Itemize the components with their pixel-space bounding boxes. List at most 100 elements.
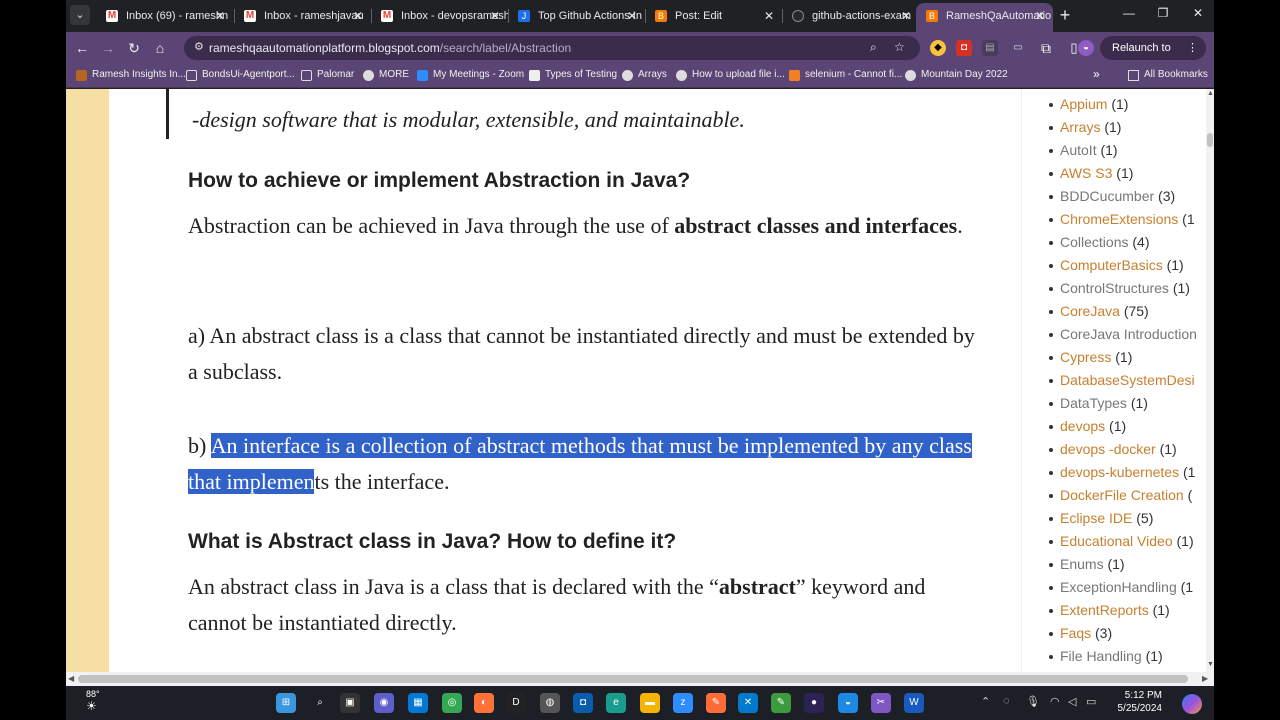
restore-icon[interactable]: ❐ [1148,6,1178,20]
label-list-item[interactable]: Arrays (1) [1048,119,1121,135]
extensions-puzzle-icon[interactable]: ⧉ [1038,40,1054,56]
label-list-item[interactable]: devops -docker (1) [1049,441,1177,457]
extension-icon[interactable]: ◆ [930,40,946,56]
clock[interactable]: 5:12 PM 5/25/2024 [1112,689,1163,715]
scroll-left-icon[interactable]: ◀ [68,674,74,683]
label-list-item[interactable]: Cypress (1) [1048,349,1132,365]
bookmarks-overflow-icon[interactable]: » [1093,67,1100,81]
start-icon[interactable]: ⊞ [276,693,296,713]
scroll-down-icon[interactable]: ▼ [1207,661,1214,668]
extension-icon[interactable]: ▭ [1010,40,1026,56]
label-link[interactable]: AWS S3 [1060,165,1112,181]
notepad-icon[interactable]: ✎ [771,693,791,713]
relaunch-button[interactable]: Relaunch to update⋮ [1100,36,1206,78]
tab-github-example[interactable]: github-actions-exam ✕ [782,3,919,29]
label-link[interactable]: Arrays [1060,119,1100,135]
reload-icon[interactable]: ↻ [124,38,144,58]
tab-gmail-3[interactable]: M Inbox - devopsramesh ✕ [371,3,508,29]
close-icon[interactable]: ✕ [490,3,500,29]
firefox-icon[interactable]: ◐ [474,693,494,713]
bookmark-item[interactable]: How to upload file i... [676,69,785,81]
label-link[interactable]: CoreJava Introduction [1060,326,1197,342]
app2-icon[interactable]: ◒ [838,693,858,713]
task-view-icon[interactable]: ▣ [340,693,360,713]
label-list-item[interactable]: Appium (1) [1048,96,1128,112]
scroll-thumb[interactable] [1207,133,1213,147]
tab-gmail-1[interactable]: M Inbox (69) - rameshn ✕ [96,3,233,29]
volume-icon[interactable]: ◁ [1068,695,1076,708]
label-link[interactable]: BDDCucumber [1060,188,1154,204]
label-list-item[interactable]: Collections (4) [1049,234,1150,250]
bookmark-item[interactable]: Types of Testing [529,69,617,81]
label-list-item[interactable]: Faqs (3) [1048,625,1112,641]
more-menu-icon[interactable]: ⋮ [1187,36,1198,60]
word-icon[interactable]: W [904,693,924,713]
bookmark-folder[interactable]: BondsUi-Agentport... [186,69,295,81]
vscode-icon[interactable]: ✕ [738,693,758,713]
close-icon[interactable]: ✕ [764,3,774,29]
minimize-icon[interactable]: — [1114,6,1144,20]
label-list-item[interactable]: File Handling (1) [1049,648,1163,664]
site-info-icon[interactable]: ⚙ [194,40,204,53]
store-icon[interactable]: ▦ [408,693,428,713]
label-link[interactable]: Eclipse IDE [1060,510,1132,526]
label-list-item[interactable]: ChromeExtensions (1 [1049,211,1195,227]
eclipse-icon[interactable]: ● [804,693,824,713]
wifi-icon[interactable]: ◠ [1050,695,1060,708]
label-list-item[interactable]: ExtentReports (1) [1049,602,1170,618]
label-link[interactable]: ControlStructures [1060,280,1169,296]
close-icon[interactable]: ✕ [627,3,637,29]
label-link[interactable]: DataTypes [1060,395,1127,411]
label-list-item[interactable]: ExceptionHandling (1 [1048,579,1193,595]
profile-avatar-icon[interactable]: ◒ [1078,40,1094,56]
extension-icon[interactable]: ▤ [982,40,998,56]
tab-gmail-2[interactable]: M Inbox - rameshjavau ✕ [234,3,371,29]
label-link[interactable]: CoreJava [1060,303,1120,319]
bookmark-item[interactable]: MORE [363,69,409,81]
dell-icon[interactable]: D [506,693,526,713]
label-link[interactable]: Collections [1060,234,1128,250]
tray-app-icon[interactable]: ◌ [1003,695,1010,707]
label-link[interactable]: ComputerBasics [1060,257,1163,273]
postman-icon[interactable]: ✎ [706,693,726,713]
label-list-item[interactable]: DatabaseSystemDesi [1049,372,1195,388]
label-list-item[interactable]: AWS S3 (1) [1048,165,1133,181]
bookmark-item[interactable]: My Meetings - Zoom [417,69,524,81]
label-link[interactable]: Faqs [1060,625,1091,641]
close-window-icon[interactable]: ✕ [1183,6,1213,20]
vertical-scrollbar[interactable]: ▲ ▼ [1206,89,1214,672]
close-icon[interactable]: ✕ [901,3,911,29]
label-link[interactable]: ExtentReports [1060,602,1149,618]
label-list-item[interactable]: DataTypes (1) [1049,395,1148,411]
label-link[interactable]: devops -docker [1060,441,1156,457]
bookmark-item[interactable]: Mountain Day 2022 [905,69,1008,81]
label-list-item[interactable]: devops (1) [1048,418,1126,434]
bookmark-item[interactable]: Ramesh Insights In... [76,69,186,81]
label-list-item[interactable]: BDDCucumber (3) [1048,188,1175,204]
weather-widget[interactable]: 88° ☀ [86,689,100,713]
battery-icon[interactable]: ▭ [1086,695,1096,708]
search-icon[interactable]: ⌕ [310,693,330,713]
label-link[interactable]: Enums [1060,556,1104,572]
address-bar[interactable]: ⚙ rameshqaautomationplatform.blogspot.co… [184,36,920,60]
label-link[interactable]: Appium [1060,96,1107,112]
zoom-icon[interactable]: ⌕ [870,40,877,55]
label-link[interactable]: Cypress [1060,349,1111,365]
snipping-icon[interactable]: ✂ [871,693,891,713]
label-link[interactable]: File Handling [1060,648,1142,664]
tab-search-icon[interactable]: ⌄ [70,5,90,25]
label-list-item[interactable]: ComputerBasics (1) [1049,257,1184,273]
explorer-icon[interactable]: ▬ [640,693,660,713]
scroll-thumb[interactable] [78,675,1188,683]
back-icon[interactable]: ← [72,38,92,58]
scroll-right-icon[interactable]: ▶ [1202,674,1208,683]
forward-icon[interactable]: → [98,38,118,58]
bookmark-folder[interactable]: Palomar [301,69,354,81]
label-link[interactable]: Educational Video [1060,533,1173,549]
label-list-item[interactable]: DockerFile Creation ( [1048,487,1192,503]
extension-icon[interactable]: ◘ [956,40,972,56]
tab-github-actions[interactable]: J Top Github Actions In ✕ [508,3,645,29]
edge-icon[interactable]: e [606,693,626,713]
tab-active-blog[interactable]: B RameshQaAutomatio ✕ [916,3,1053,32]
app-icon[interactable]: ◍ [540,693,560,713]
